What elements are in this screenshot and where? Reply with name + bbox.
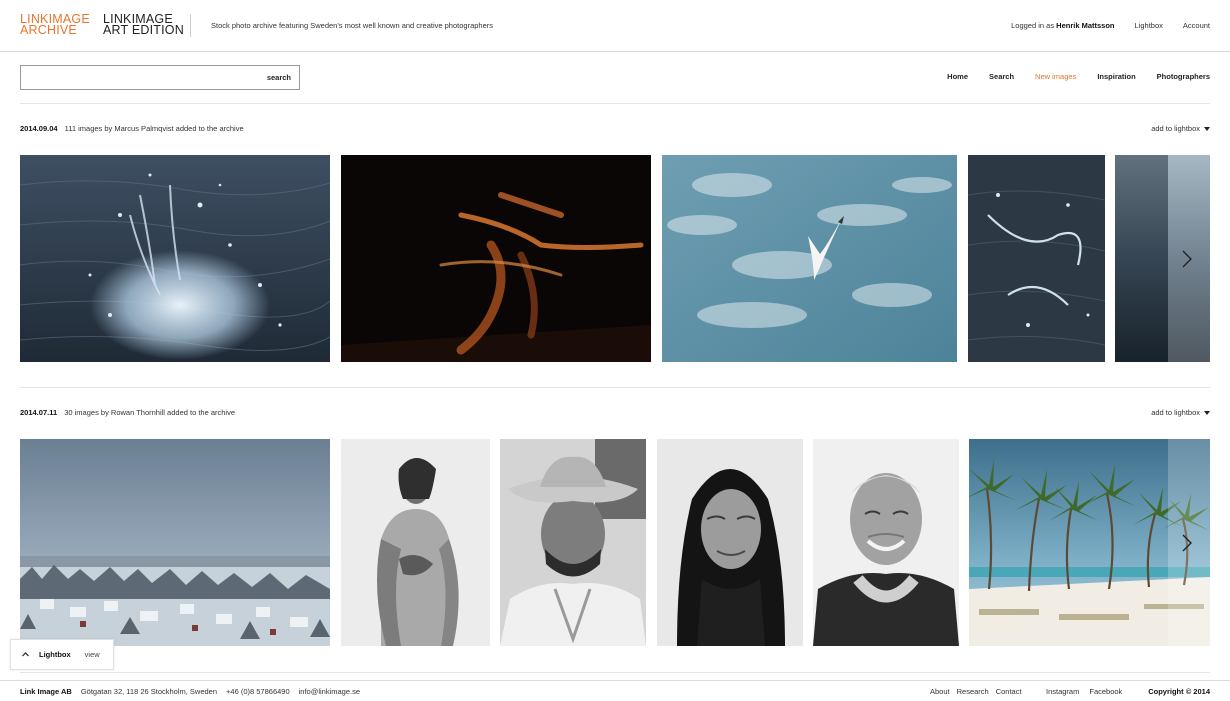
lightbox-tab-label: Lightbox	[39, 650, 71, 659]
strip-2-next-arrow-icon[interactable]	[1180, 533, 1194, 553]
image-woman-in-headscarf[interactable]	[657, 439, 803, 646]
logged-in-prefix: Logged in as	[1011, 21, 1055, 30]
header-divider	[190, 14, 191, 37]
image-water-splash[interactable]	[20, 155, 330, 362]
image-strip-1	[20, 155, 1210, 362]
nav-inspiration[interactable]: Inspiration	[1097, 72, 1135, 81]
image-blurred-dancer[interactable]	[341, 155, 651, 362]
section-1-meta: 2014.09.04 111 images by Marcus Palmqvis…	[20, 124, 244, 133]
site-header: LINKIMAGE ARCHIVE LINKIMAGE ART EDITION …	[0, 0, 1230, 52]
search-box: search	[20, 65, 300, 90]
nav-new-images[interactable]: New images	[1035, 72, 1076, 81]
footer-links: About Research Contact	[930, 687, 1022, 696]
nav-search[interactable]: Search	[989, 72, 1014, 81]
linkimage-archive-logo[interactable]: LINKIMAGE ARCHIVE	[20, 13, 90, 37]
lightbox-view-link[interactable]: view	[85, 650, 100, 659]
divider	[20, 672, 1210, 673]
add-to-lightbox-label: add to lightbox	[1151, 408, 1200, 417]
logo-art-line-2: ART EDITION	[103, 23, 184, 37]
section-1-description: 111 images by Marcus Palmqvist added to …	[64, 124, 244, 133]
section-1-add-to-lightbox[interactable]: add to lightbox	[1151, 124, 1210, 133]
caret-down-icon	[1204, 126, 1210, 131]
divider	[20, 103, 1210, 104]
linkimage-art-edition-logo[interactable]: LINKIMAGE ART EDITION	[103, 13, 184, 37]
footer-instagram-link[interactable]: Instagram	[1046, 687, 1079, 696]
lightbox-link[interactable]: Lightbox	[1135, 21, 1163, 30]
footer-about-link[interactable]: About	[930, 687, 950, 696]
image-seagull-in-sky[interactable]	[662, 155, 957, 362]
footer-phone: +46 (0)8 57866490	[226, 687, 290, 696]
footer-email[interactable]: info@linkimage.se	[299, 687, 360, 696]
section-2-description: 30 images by Rowan Thornhill added to th…	[64, 408, 236, 417]
footer-research-link[interactable]: Research	[957, 687, 989, 696]
footer-facebook-link[interactable]: Facebook	[1089, 687, 1122, 696]
add-to-lightbox-label: add to lightbox	[1151, 124, 1200, 133]
footer-contact-info: Link Image AB Götgatan 32, 118 26 Stockh…	[20, 687, 360, 696]
image-smiling-old-man[interactable]	[813, 439, 959, 646]
nav-photographers[interactable]: Photographers	[1157, 72, 1210, 81]
site-footer: Link Image AB Götgatan 32, 118 26 Stockh…	[0, 680, 1230, 701]
caret-down-icon	[1204, 410, 1210, 415]
footer-company: Link Image AB	[20, 687, 72, 696]
footer-social-links: Instagram Facebook	[1046, 687, 1122, 696]
image-snowy-village[interactable]	[20, 439, 330, 646]
user-nav: Logged in as Henrik Mattsson Lightbox Ac…	[1011, 21, 1210, 30]
image-man-in-cowboy-hat[interactable]	[500, 439, 646, 646]
divider	[20, 387, 1210, 388]
strip-1-next-arrow-icon[interactable]	[1180, 249, 1194, 269]
logo-archive-line-2: ARCHIVE	[20, 23, 77, 37]
logged-in-status: Logged in as Henrik Mattsson	[1011, 21, 1114, 30]
site-tagline: Stock photo archive featuring Sweden's m…	[211, 21, 494, 30]
chevron-up-icon[interactable]	[21, 650, 30, 659]
user-name[interactable]: Henrik Mattsson	[1056, 21, 1114, 30]
nav-home[interactable]: Home	[947, 72, 968, 81]
footer-address: Götgatan 32, 118 26 Stockholm, Sweden	[80, 687, 218, 696]
image-water-splash-detail[interactable]	[968, 155, 1105, 362]
search-input[interactable]	[27, 71, 257, 85]
footer-contact-link[interactable]: Contact	[996, 687, 1022, 696]
search-button[interactable]: search	[267, 73, 291, 82]
main-nav: Home Search New images Inspiration Photo…	[947, 72, 1210, 81]
section-2-add-to-lightbox[interactable]: add to lightbox	[1151, 408, 1210, 417]
section-2-meta: 2014.07.11 30 images by Rowan Thornhill …	[20, 408, 235, 417]
lightbox-tab[interactable]: Lightbox view	[10, 639, 114, 670]
section-2-date: 2014.07.11	[20, 408, 58, 417]
image-girl-in-blanket[interactable]	[341, 439, 490, 646]
section-1-date: 2014.09.04	[20, 124, 58, 133]
footer-copyright: Copyright © 2014	[1148, 687, 1210, 696]
account-link[interactable]: Account	[1183, 21, 1210, 30]
image-strip-2	[20, 439, 1210, 646]
